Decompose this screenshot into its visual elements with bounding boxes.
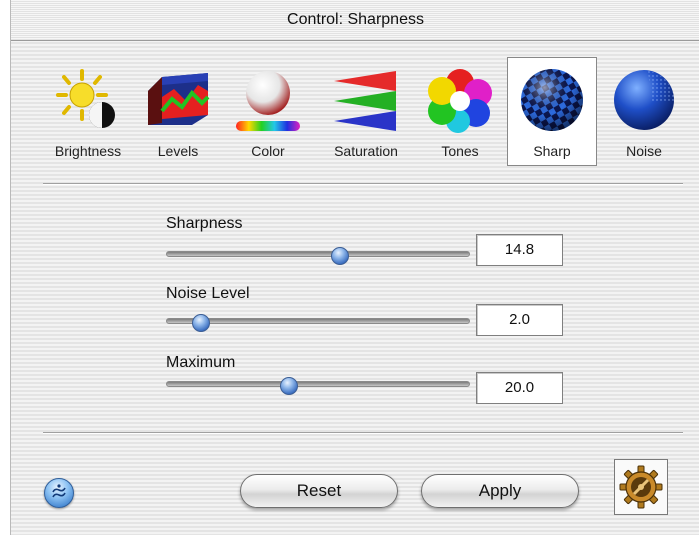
color-icon [236, 71, 300, 131]
control-window: Control: Sharpness Brightness Levels Col… [10, 0, 699, 535]
noise-level-slider-thumb[interactable] [192, 314, 211, 332]
tool-color-label: Color [251, 143, 285, 159]
sharpness-slider-thumb[interactable] [331, 247, 350, 265]
help-button[interactable] [44, 478, 74, 508]
help-icon [52, 484, 66, 498]
levels-icon [148, 73, 210, 125]
noise-level-value-field[interactable]: 2.0 [476, 304, 563, 336]
tool-saturation-label: Saturation [334, 143, 398, 159]
tool-levels-label: Levels [157, 143, 199, 159]
maximum-value-field[interactable]: 20.0 [476, 372, 563, 404]
toolbar: Brightness Levels Color Saturation Tones… [43, 57, 683, 167]
saturation-icon [334, 71, 396, 131]
apply-button[interactable]: Apply [421, 474, 579, 508]
tool-saturation[interactable]: Saturation [321, 57, 411, 167]
noise-level-label: Noise Level [166, 285, 250, 302]
brightness-icon [56, 69, 115, 128]
tones-icon [428, 69, 492, 133]
settings-button[interactable] [614, 459, 668, 515]
window-title: Control: Sharpness [11, 0, 699, 41]
maximum-slider-track[interactable] [166, 377, 470, 395]
divider-top [43, 183, 683, 185]
sharpness-value-field[interactable]: 14.8 [476, 234, 563, 266]
reset-button[interactable]: Reset [240, 474, 398, 508]
tool-brightness[interactable]: Brightness [43, 57, 133, 167]
maximum-label: Maximum [166, 354, 236, 371]
tool-sharp-label: Sharp [533, 143, 571, 159]
tool-noise[interactable]: Noise [599, 57, 689, 167]
tool-tones[interactable]: Tones [415, 57, 505, 167]
tool-levels[interactable]: Levels [133, 57, 223, 167]
tool-color[interactable]: Color [223, 57, 313, 167]
maximum-slider-thumb[interactable] [279, 377, 298, 395]
sharpness-label: Sharpness [166, 215, 243, 232]
noise-level-slider-track[interactable] [166, 314, 470, 332]
sharp-icon [521, 69, 583, 131]
tool-tones-label: Tones [441, 143, 479, 159]
tool-sharp[interactable]: Sharp [507, 57, 597, 167]
sharpness-slider-track[interactable] [166, 247, 470, 265]
noise-icon [614, 70, 675, 130]
tool-brightness-label: Brightness [54, 143, 122, 159]
gear-icon [619, 465, 663, 509]
divider-bottom [43, 432, 683, 434]
tool-noise-label: Noise [626, 143, 662, 159]
